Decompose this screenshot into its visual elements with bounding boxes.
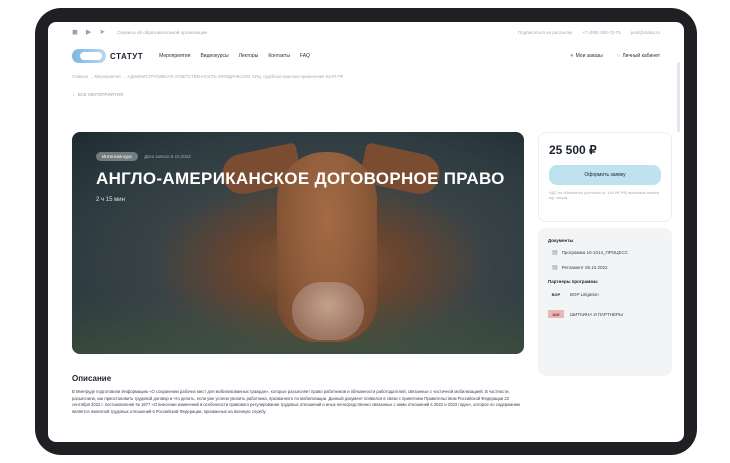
scrollbar[interactable] — [677, 62, 680, 132]
tagline: Сервисы об образовательной организации — [117, 29, 207, 35]
breadcrumb[interactable]: Главная → Мероприятия → АДМИНИСТРАТИВНАЯ… — [48, 70, 684, 84]
document-link[interactable]: ▤ Программа 10-1014_ПРОЦЕСС — [548, 249, 662, 256]
back-link[interactable]: ← ВСЕ МЕРОПРИЯТИЯ — [48, 84, 684, 102]
event-hero: Интенсив курс Дата записи 6.10.2022 АНГЛ… — [72, 132, 524, 354]
cabinet-link[interactable]: ○ Личный кабинет — [617, 53, 660, 59]
info-card: Документы ▤ Программа 10-1014_ПРОЦЕСС ▤ … — [538, 228, 672, 376]
youtube-icon[interactable]: ▶ — [86, 28, 91, 36]
event-date: Дата записи 6.10.2022 — [144, 154, 191, 159]
event-title: АНГЛО-АМЕРИКАНСКОЕ ДОГОВОРНОЕ ПРАВО — [96, 169, 505, 188]
document-icon: ▤ — [552, 250, 558, 256]
description-section: Описание В Минтруде подготовили Информац… — [72, 374, 524, 415]
partner-item[interactable]: ШИ ШИТКИНА И ПАРТНЕРЫ — [548, 310, 662, 318]
logo[interactable]: СТАТУТ — [72, 49, 143, 63]
my-orders-label: Мои заказы — [575, 53, 603, 59]
top-right-links: Подписаться на рассылку +7 (499) 350-72-… — [518, 30, 660, 35]
format-badge: Интенсив курс — [96, 152, 139, 161]
top-strip: ◼ ▶ ➤ Сервисы об образовательной организ… — [48, 22, 684, 42]
social-links: ◼ ▶ ➤ — [72, 28, 105, 36]
menu-item-faq[interactable]: FAQ — [300, 53, 310, 59]
subscribe-link[interactable]: Подписаться на рассылку — [518, 30, 572, 35]
menu-item-contacts[interactable]: Контакты — [268, 53, 290, 59]
phone-link[interactable]: +7 (499) 350-72-75 — [582, 30, 621, 35]
logo-mark-icon — [72, 49, 106, 63]
partner-logo: ШИ — [548, 310, 564, 318]
description-text: В Минтруде подготовили Информацию «О сох… — [72, 389, 521, 414]
partner-logo: BGP — [551, 291, 561, 297]
nav-right: ● Мои заказы ○ Личный кабинет — [570, 53, 660, 59]
main-nav: СТАТУТ Мероприятия Видеокурсы Лекторы Ко… — [48, 42, 684, 70]
user-icon: ○ — [616, 53, 621, 59]
document-icon: ▤ — [552, 265, 558, 271]
screen: ◼ ▶ ➤ Сервисы об образовательной организ… — [48, 22, 684, 442]
menu: Мероприятия Видеокурсы Лекторы Контакты … — [159, 53, 310, 59]
documents-heading: Документы — [548, 238, 574, 243]
order-button[interactable]: Оформить заявку — [549, 165, 661, 185]
cabinet-label: Личный кабинет — [622, 53, 660, 59]
menu-item-lecturers[interactable]: Лекторы — [239, 53, 259, 59]
document-label: Программа 10-1014_ПРОЦЕСС — [561, 250, 628, 255]
event-duration: 2 ч 15 мин — [96, 197, 125, 203]
hero-badges: Интенсив курс Дата записи 6.10.2022 — [96, 152, 505, 161]
email-link[interactable]: post@statut.ru — [631, 30, 660, 35]
hero-image-snout — [292, 282, 364, 340]
document-label: Регламент 05.10.2022 — [561, 265, 608, 270]
menu-item-videocourses[interactable]: Видеокурсы — [200, 53, 228, 59]
description-heading: Описание — [72, 374, 112, 383]
cart-icon: ● — [569, 53, 574, 59]
telegram-icon[interactable]: ➤ — [99, 28, 105, 36]
my-orders-link[interactable]: ● Мои заказы — [570, 53, 603, 59]
tablet-frame: ◼ ▶ ➤ Сервисы об образовательной организ… — [35, 8, 697, 455]
partner-item[interactable]: BGP BGP Litigation — [548, 290, 662, 298]
menu-item-events[interactable]: Мероприятия — [159, 53, 190, 59]
price: 25 500 ₽ — [549, 143, 597, 157]
partner-name: BGP Litigation — [570, 291, 599, 297]
price-card: 25 500 ₽ Оформить заявку НДС не облагает… — [538, 132, 672, 222]
document-link[interactable]: ▤ Регламент 05.10.2022 — [548, 264, 662, 271]
vk-icon[interactable]: ◼ — [72, 28, 78, 36]
hero-content: Интенсив курс Дата записи 6.10.2022 АНГЛ… — [96, 152, 505, 203]
sidebar: 25 500 ₽ Оформить заявку НДС не облагает… — [538, 132, 684, 376]
logo-text: СТАТУТ — [110, 51, 144, 61]
partner-name: ШИТКИНА И ПАРТНЕРЫ — [570, 311, 623, 317]
partners-heading: Партнеры программы — [548, 279, 598, 284]
price-note: НДС не облагается (согласно ст. 149 НК Р… — [549, 191, 659, 200]
